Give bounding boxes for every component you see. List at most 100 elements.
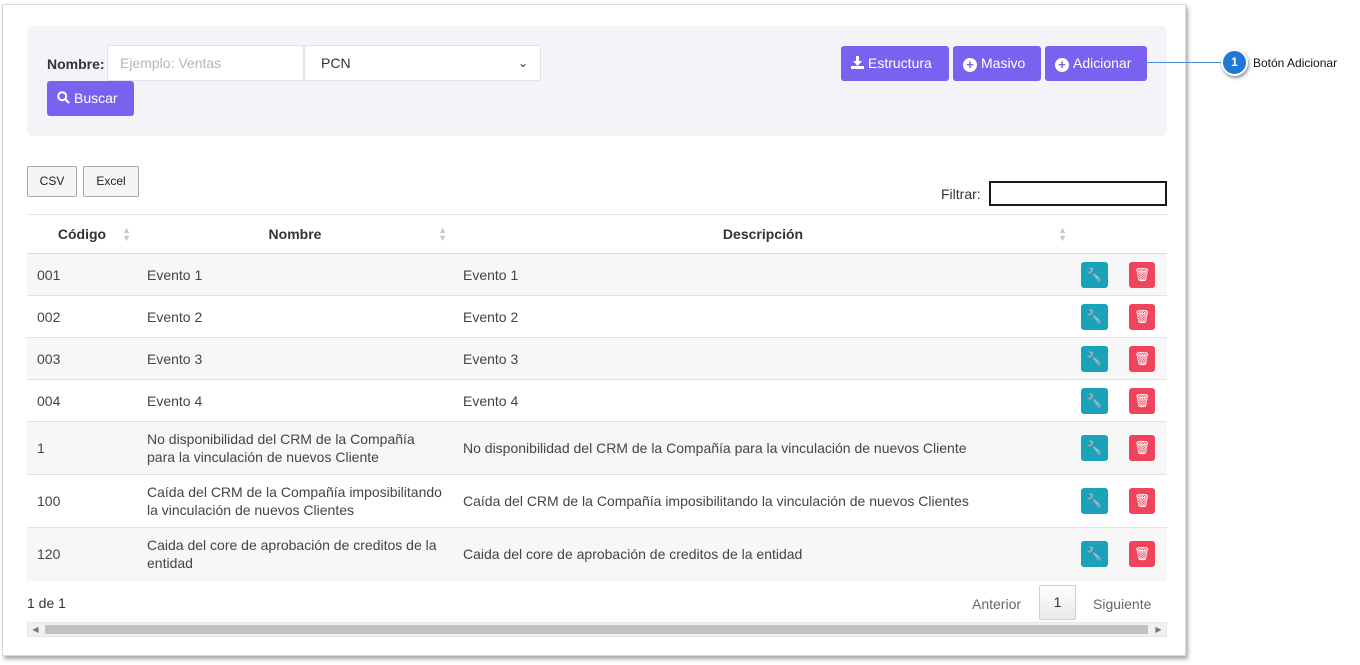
plus-circle-icon: + bbox=[1055, 58, 1069, 72]
cell-descripcion: Evento 1 bbox=[453, 253, 1073, 296]
search-icon bbox=[57, 81, 70, 116]
cell-actions: 🔧 🗑 bbox=[1073, 337, 1167, 380]
adicionar-label: Adicionar bbox=[1073, 55, 1132, 71]
edit-button[interactable]: 🔧 bbox=[1081, 387, 1108, 414]
trash-icon: 🗑 bbox=[1133, 493, 1151, 508]
table-row: 001 Evento 1 Evento 1 🔧 🗑 bbox=[27, 253, 1167, 296]
download-icon bbox=[851, 46, 864, 81]
wrench-icon: 🔧 bbox=[1086, 266, 1103, 282]
sort-icon: ▲ ▼ bbox=[122, 225, 131, 243]
excel-button[interactable]: Excel bbox=[83, 166, 139, 197]
scroll-right-icon[interactable]: ▶ bbox=[1151, 623, 1166, 636]
next-page-link[interactable]: Siguiente bbox=[1093, 596, 1151, 612]
delete-button[interactable]: 🗑 bbox=[1129, 488, 1155, 514]
column-header-actions bbox=[1073, 214, 1167, 254]
delete-button[interactable]: 🗑 bbox=[1129, 387, 1155, 414]
screen-frame: Nombre: PCN ⌄ Buscar Estructura +Masivo … bbox=[2, 4, 1186, 656]
cell-codigo: 001 bbox=[27, 253, 137, 296]
delete-button[interactable]: 🗑 bbox=[1129, 303, 1155, 330]
wrench-icon: 🔧 bbox=[1086, 546, 1103, 562]
chevron-down-icon: ⌄ bbox=[517, 56, 528, 70]
table-row: 120 Caida del core de aprobación de cred… bbox=[27, 527, 1167, 581]
type-select[interactable]: PCN ⌄ bbox=[304, 45, 541, 81]
callout-line bbox=[1146, 62, 1224, 63]
nombre-label: Nombre: bbox=[47, 56, 105, 72]
delete-button[interactable]: 🗑 bbox=[1129, 435, 1155, 461]
scroll-left-icon[interactable]: ◀ bbox=[28, 623, 43, 636]
masivo-button[interactable]: + Masivo bbox=[953, 46, 1041, 81]
cell-descripcion: Evento 3 bbox=[453, 337, 1073, 380]
cell-codigo: 003 bbox=[27, 337, 137, 380]
cell-descripcion: Caida del core de aprobación de creditos… bbox=[453, 527, 1073, 581]
scrollbar-thumb[interactable] bbox=[45, 625, 1148, 634]
cell-codigo: 1 bbox=[27, 421, 137, 475]
wrench-icon: 🔧 bbox=[1086, 493, 1103, 508]
column-header-descripcion[interactable]: Descripción ▲ ▼ bbox=[453, 214, 1073, 254]
estructura-label: Estructura bbox=[868, 55, 932, 71]
events-table: Código ▲ ▼ Nombre ▲ ▼ Descripción ▲ ▼ 001 E… bbox=[27, 214, 1167, 581]
cell-actions: 🔧 🗑 bbox=[1073, 527, 1167, 581]
cell-descripcion: No disponibilidad del CRM de la Compañía… bbox=[453, 421, 1073, 475]
cell-codigo: 002 bbox=[27, 295, 137, 338]
edit-button[interactable]: 🔧 bbox=[1081, 303, 1108, 330]
edit-button[interactable]: 🔧 bbox=[1081, 261, 1108, 288]
cell-nombre: No disponibilidad del CRM de la Compañía… bbox=[137, 421, 453, 475]
cell-actions: 🔧 🗑 bbox=[1073, 474, 1167, 528]
adicionar-button[interactable]: + Adicionar bbox=[1045, 46, 1147, 81]
descripcion-header-label: Descripción bbox=[722, 226, 804, 242]
wrench-icon: 🔧 bbox=[1086, 308, 1103, 324]
callout-text: Botón Adicionar bbox=[1253, 56, 1338, 70]
trash-icon: 🗑 bbox=[1133, 440, 1151, 455]
trash-icon: 🗑 bbox=[1133, 392, 1151, 408]
wrench-icon: 🔧 bbox=[1086, 440, 1103, 455]
search-panel: Nombre: PCN ⌄ Buscar Estructura +Masivo … bbox=[27, 26, 1167, 136]
edit-button[interactable]: 🔧 bbox=[1081, 345, 1108, 372]
edit-button[interactable]: 🔧 bbox=[1081, 488, 1108, 514]
prev-page-link[interactable]: Anterior bbox=[972, 596, 1021, 612]
type-select-value: PCN bbox=[321, 55, 351, 71]
nombre-header-label: Nombre bbox=[268, 226, 322, 242]
horizontal-scrollbar[interactable]: ◀ ▶ bbox=[27, 622, 1167, 637]
sort-icon: ▲ ▼ bbox=[1058, 225, 1067, 243]
trash-icon: 🗑 bbox=[1133, 350, 1151, 366]
edit-button[interactable]: 🔧 bbox=[1081, 435, 1108, 461]
filter-input[interactable] bbox=[989, 181, 1167, 206]
nombre-input[interactable] bbox=[107, 45, 304, 81]
delete-button[interactable]: 🗑 bbox=[1129, 345, 1155, 372]
cell-descripcion: Evento 4 bbox=[453, 379, 1073, 422]
column-header-nombre[interactable]: Nombre ▲ ▼ bbox=[137, 214, 453, 254]
column-header-codigo[interactable]: Código ▲ ▼ bbox=[27, 214, 137, 254]
trash-icon: 🗑 bbox=[1133, 546, 1151, 562]
table-row: 002 Evento 2 Evento 2 🔧 🗑 bbox=[27, 295, 1167, 338]
trash-icon: 🗑 bbox=[1133, 308, 1151, 324]
csv-button[interactable]: CSV bbox=[27, 166, 77, 197]
page-info: 1 de 1 bbox=[27, 595, 66, 611]
masivo-label: Masivo bbox=[981, 55, 1026, 71]
codigo-header-label: Código bbox=[57, 226, 107, 242]
wrench-icon: 🔧 bbox=[1086, 350, 1103, 366]
table-row: 004 Evento 4 Evento 4 🔧 🗑 bbox=[27, 379, 1167, 422]
cell-actions: 🔧 🗑 bbox=[1073, 379, 1167, 422]
filter-label: Filtrar: bbox=[941, 186, 981, 202]
plus-circle-icon: + bbox=[963, 58, 977, 72]
buscar-label: Buscar bbox=[74, 90, 118, 106]
wrench-icon: 🔧 bbox=[1086, 392, 1103, 408]
delete-button[interactable]: 🗑 bbox=[1129, 541, 1155, 568]
cell-nombre: Caida del core de aprobación de creditos… bbox=[137, 527, 453, 581]
estructura-button[interactable]: Estructura bbox=[841, 46, 949, 81]
edit-button[interactable]: 🔧 bbox=[1081, 541, 1108, 568]
cell-codigo: 004 bbox=[27, 379, 137, 422]
page-number-button[interactable]: 1 bbox=[1039, 585, 1076, 620]
cell-actions: 🔧 🗑 bbox=[1073, 421, 1167, 475]
cell-nombre: Evento 1 bbox=[137, 253, 453, 296]
cell-nombre: Evento 2 bbox=[137, 295, 453, 338]
sort-icon: ▲ ▼ bbox=[438, 225, 447, 243]
table-row: 100 Caída del CRM de la Compañía imposib… bbox=[27, 474, 1167, 528]
callout-number: 1 bbox=[1221, 49, 1248, 76]
trash-icon: 🗑 bbox=[1133, 266, 1151, 282]
cell-descripcion: Evento 2 bbox=[453, 295, 1073, 338]
cell-descripcion: Caída del CRM de la Compañía imposibilit… bbox=[453, 474, 1073, 528]
delete-button[interactable]: 🗑 bbox=[1129, 261, 1155, 288]
cell-nombre: Evento 4 bbox=[137, 379, 453, 422]
buscar-button[interactable]: Buscar bbox=[47, 81, 134, 116]
